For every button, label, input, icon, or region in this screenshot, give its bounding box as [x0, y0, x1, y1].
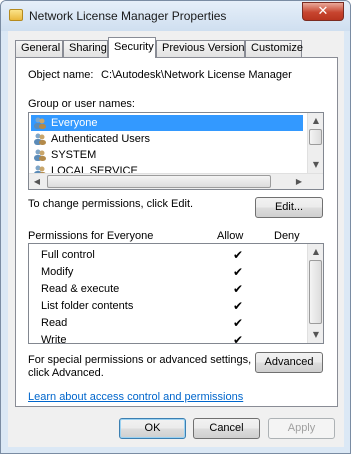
permission-name: Full control [41, 249, 95, 261]
permission-name: Read [41, 317, 68, 329]
user-list-vertical-scrollbar[interactable]: ▲ ▼ [307, 113, 323, 173]
group-or-user-names-label: Group or user names: [28, 98, 135, 110]
scroll-down-arrow-icon[interactable]: ▼ [308, 327, 323, 343]
user-list[interactable]: Everyone Authenticated Users SYSTEM LOCA… [28, 112, 324, 190]
allow-column-header: Allow [217, 230, 244, 242]
special-permissions-text-line2: click Advanced. [28, 367, 104, 379]
permission-name: Modify [41, 266, 74, 278]
scroll-down-arrow-icon[interactable]: ▼ [308, 157, 323, 173]
properties-window: Network License Manager Properties ✕ Gen… [0, 0, 351, 454]
permission-row-read: Read ✔ [41, 315, 321, 331]
list-item-system[interactable]: SYSTEM [31, 147, 303, 163]
object-name-value: C:\Autodesk\Network License Manager [101, 69, 292, 81]
special-permissions-text-line1: For special permissions or advanced sett… [28, 354, 252, 366]
permission-row-read-execute: Read & execute ✔ [41, 281, 321, 297]
change-permissions-text: To change permissions, click Edit. [28, 198, 194, 210]
permission-row-write: Write ✔ [41, 332, 321, 344]
permissions-list[interactable]: Full control ✔ Modify ✔ Read & execute ✔… [28, 243, 324, 344]
tab-customize[interactable]: Customize [245, 40, 303, 57]
users-group-icon [34, 117, 46, 129]
dialog-client-area: General Sharing Security Previous Versio… [8, 31, 344, 447]
list-item-authenticated-users[interactable]: Authenticated Users [31, 131, 303, 147]
users-group-icon [34, 133, 46, 145]
object-name-label: Object name: [28, 69, 94, 81]
scroll-thumb[interactable] [309, 129, 322, 145]
allow-checkmark-icon: ✔ [232, 282, 244, 296]
user-name: Authenticated Users [51, 133, 151, 145]
title-bar[interactable]: Network License Manager Properties ✕ [1, 1, 350, 31]
edit-button[interactable]: Edit... [255, 197, 323, 218]
permissions-vertical-scrollbar[interactable]: ▲ ▼ [307, 244, 323, 343]
tab-general[interactable]: General [15, 40, 63, 57]
permission-name: Read & execute [41, 283, 120, 295]
allow-checkmark-icon: ✔ [232, 248, 244, 262]
window-title: Network License Manager Properties [29, 9, 227, 23]
users-group-icon [34, 165, 46, 173]
ok-button[interactable]: OK [119, 418, 186, 439]
user-name: LOCAL SERVICE [51, 165, 138, 173]
user-name: Everyone [51, 117, 98, 129]
list-item-local-service[interactable]: LOCAL SERVICE [31, 163, 303, 173]
permission-row-modify: Modify ✔ [41, 264, 321, 280]
allow-checkmark-icon: ✔ [232, 316, 244, 330]
scroll-right-arrow-icon[interactable]: ▶ [291, 174, 307, 189]
deny-column-header: Deny [274, 230, 300, 242]
advanced-button[interactable]: Advanced [255, 352, 323, 373]
allow-checkmark-icon: ✔ [232, 265, 244, 279]
scroll-up-arrow-icon[interactable]: ▲ [308, 113, 323, 129]
permission-row-list-folder-contents: List folder contents ✔ [41, 298, 321, 314]
tab-security[interactable]: Security [108, 37, 156, 58]
permission-name: List folder contents [41, 300, 134, 312]
scroll-thumb[interactable] [47, 175, 271, 188]
permission-row-full-control: Full control ✔ [41, 247, 321, 263]
allow-checkmark-icon: ✔ [232, 299, 244, 313]
tab-previous-versions[interactable]: Previous Versions [156, 40, 250, 57]
cancel-button[interactable]: Cancel [193, 418, 260, 439]
scroll-thumb[interactable] [309, 260, 322, 324]
security-tab-panel: Object name: C:\Autodesk\Network License… [15, 57, 338, 407]
folder-icon [9, 9, 23, 21]
list-item-everyone[interactable]: Everyone [31, 115, 303, 131]
user-list-horizontal-scrollbar[interactable]: ◀ ▶ [29, 173, 323, 189]
scroll-up-arrow-icon[interactable]: ▲ [308, 244, 323, 260]
scroll-left-arrow-icon[interactable]: ◀ [29, 174, 45, 189]
permission-name: Write [41, 334, 67, 344]
learn-about-access-control-link[interactable]: Learn about access control and permissio… [28, 391, 243, 403]
users-group-icon [34, 149, 46, 161]
user-name: SYSTEM [51, 149, 97, 161]
apply-button[interactable]: Apply [268, 418, 335, 439]
permissions-for-label: Permissions for Everyone [28, 230, 154, 242]
allow-checkmark-icon: ✔ [232, 333, 244, 344]
close-button[interactable]: ✕ [302, 2, 344, 21]
tab-sharing[interactable]: Sharing [63, 40, 108, 57]
